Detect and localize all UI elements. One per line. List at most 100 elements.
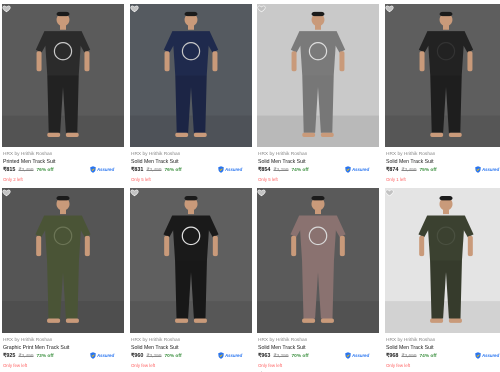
assured-shield-icon <box>90 166 96 173</box>
product-brand: HRX by Hrithik Roshan <box>131 152 181 157</box>
product-title[interactable]: Solid Men Track Suit <box>386 345 434 351</box>
model-figure <box>130 4 252 147</box>
product-title[interactable]: Solid Men Track Suit <box>386 159 434 165</box>
model-figure <box>257 4 379 147</box>
product-image[interactable] <box>385 4 500 147</box>
discount-percent: 75% off <box>419 168 437 173</box>
discount-percent: 73% off <box>36 354 54 359</box>
wishlist-heart-icon[interactable] <box>2 4 11 13</box>
product-title[interactable]: Printed Men Track Suit <box>3 159 55 165</box>
discount-percent: 74% off <box>419 354 437 359</box>
selling-price: ₹963 <box>258 353 271 359</box>
stock-status: Only few left <box>131 363 156 368</box>
discount-percent: 74% off <box>291 168 309 173</box>
assured-label: Assured <box>97 167 115 172</box>
original-price: ₹3,499 <box>401 168 417 173</box>
product-title[interactable]: Solid Men Track Suit <box>258 159 306 165</box>
product-image[interactable] <box>2 4 124 147</box>
wishlist-heart-icon[interactable] <box>385 4 394 13</box>
selling-price: ₹854 <box>258 167 271 173</box>
price-row: ₹874 ₹3,499 75% off <box>386 167 437 173</box>
price-row: ₹968 ₹3,699 74% off <box>386 353 437 359</box>
assured-shield-icon <box>345 166 351 173</box>
price-row: ₹960 ₹3,299 70% off <box>131 353 182 359</box>
assured-badge: Assured <box>218 352 242 359</box>
product-card[interactable]: HRX by Hrithik Roshan Solid Men Track Su… <box>257 4 379 189</box>
product-image[interactable] <box>2 188 124 333</box>
model-figure <box>130 188 252 333</box>
product-brand: HRX by Hrithik Roshan <box>3 338 53 343</box>
product-brand: HRX by Hrithik Roshan <box>386 152 436 157</box>
product-image[interactable] <box>257 188 379 333</box>
assured-label: Assured <box>352 167 370 172</box>
assured-badge: Assured <box>90 166 114 173</box>
product-card[interactable]: HRX by Hrithik Roshan Solid Men Track Su… <box>257 188 379 372</box>
product-card[interactable]: HRX by Hrithik Roshan Solid Men Track Su… <box>130 188 252 372</box>
wishlist-heart-icon[interactable] <box>385 188 394 197</box>
product-title[interactable]: Graphic Print Men Track Suit <box>3 345 69 351</box>
assured-badge: Assured <box>345 166 369 173</box>
product-brand: HRX by Hrithik Roshan <box>131 338 181 343</box>
price-row: ₹815 ₹3,499 76% off <box>3 167 54 173</box>
stock-status: Only few left <box>386 363 411 368</box>
assured-shield-icon <box>345 352 351 359</box>
stock-status: Only 5 left <box>258 177 278 182</box>
product-card[interactable]: HRX by Hrithik Roshan Solid Men Track Su… <box>385 188 500 372</box>
original-price: ₹3,299 <box>146 354 162 359</box>
wishlist-heart-icon[interactable] <box>257 188 266 197</box>
original-price: ₹3,499 <box>18 354 34 359</box>
product-title[interactable]: Solid Men Track Suit <box>131 345 179 351</box>
product-title[interactable]: Solid Men Track Suit <box>258 345 306 351</box>
wishlist-heart-icon[interactable] <box>2 188 11 197</box>
model-figure <box>257 188 379 333</box>
price-row: ₹963 ₹3,299 70% off <box>258 353 309 359</box>
original-price: ₹3,299 <box>273 168 289 173</box>
stock-status: Only few left <box>258 363 283 368</box>
assured-badge: Assured <box>345 352 369 359</box>
model-figure <box>2 188 124 333</box>
original-price: ₹3,499 <box>146 168 162 173</box>
model-figure <box>385 4 500 147</box>
assured-label: Assured <box>352 353 370 358</box>
assured-shield-icon <box>218 166 224 173</box>
stock-status: Only 5 left <box>131 177 151 182</box>
stock-status: Only 1 left <box>386 177 406 182</box>
product-brand: HRX by Hrithik Roshan <box>3 152 53 157</box>
product-brand: HRX by Hrithik Roshan <box>258 338 308 343</box>
model-figure <box>385 188 500 333</box>
product-image[interactable] <box>257 4 379 147</box>
assured-badge: Assured <box>475 166 499 173</box>
selling-price: ₹960 <box>131 353 144 359</box>
product-title[interactable]: Solid Men Track Suit <box>131 159 179 165</box>
discount-percent: 70% off <box>291 354 309 359</box>
discount-percent: 76% off <box>36 168 54 173</box>
wishlist-heart-icon[interactable] <box>130 188 139 197</box>
assured-shield-icon <box>475 352 481 359</box>
wishlist-heart-icon[interactable] <box>130 4 139 13</box>
stock-status: Only 2 left <box>3 177 23 182</box>
price-row: ₹925 ₹3,499 73% off <box>3 353 54 359</box>
product-card[interactable]: HRX by Hrithik Roshan Printed Men Track … <box>2 4 124 189</box>
product-image[interactable] <box>130 4 252 147</box>
wishlist-heart-icon[interactable] <box>257 4 266 13</box>
product-image[interactable] <box>130 188 252 333</box>
assured-label: Assured <box>482 353 500 358</box>
product-brand: HRX by Hrithik Roshan <box>258 152 308 157</box>
product-card[interactable]: HRX by Hrithik Roshan Solid Men Track Su… <box>385 4 500 189</box>
product-image[interactable] <box>385 188 500 333</box>
assured-label: Assured <box>97 353 115 358</box>
assured-label: Assured <box>225 353 243 358</box>
product-card[interactable]: HRX by Hrithik Roshan Graphic Print Men … <box>2 188 124 372</box>
selling-price: ₹968 <box>386 353 399 359</box>
original-price: ₹3,299 <box>273 354 289 359</box>
selling-price: ₹925 <box>3 353 16 359</box>
assured-label: Assured <box>225 167 243 172</box>
original-price: ₹3,699 <box>401 354 417 359</box>
product-card[interactable]: HRX by Hrithik Roshan Solid Men Track Su… <box>130 4 252 189</box>
selling-price: ₹831 <box>131 167 144 173</box>
discount-percent: 70% off <box>164 354 182 359</box>
price-row: ₹831 ₹3,499 76% off <box>131 167 182 173</box>
assured-shield-icon <box>475 166 481 173</box>
assured-badge: Assured <box>218 166 242 173</box>
selling-price: ₹874 <box>386 167 399 173</box>
